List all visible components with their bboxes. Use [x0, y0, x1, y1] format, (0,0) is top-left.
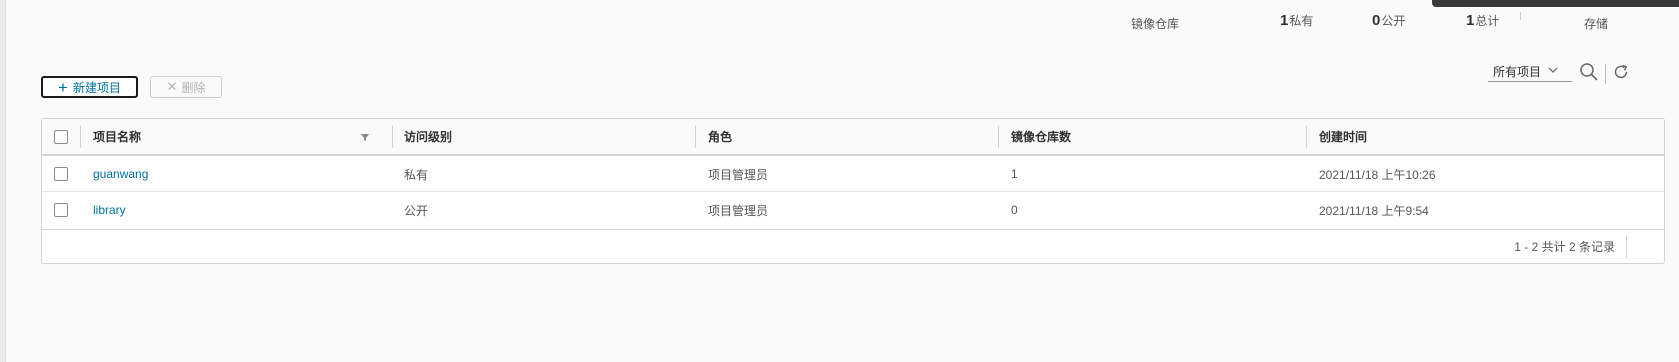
search-icon[interactable] — [1578, 61, 1600, 83]
new-project-button[interactable]: + 新建项目 — [41, 76, 138, 98]
cell-repo-count: 1 — [1011, 167, 1018, 181]
stat-private-count: 1 — [1280, 12, 1289, 29]
stat-public-label: 公开 — [1381, 14, 1406, 28]
stat-repo-label: 镜像仓库 — [1131, 17, 1180, 31]
column-divider — [998, 126, 999, 148]
toolbar-divider — [1605, 64, 1606, 84]
cell-access-level: 私有 — [404, 167, 429, 182]
row-checkbox[interactable] — [54, 167, 68, 181]
stat-storage-label: 存储 — [1584, 17, 1609, 31]
stat-total-label: 总计 — [1475, 14, 1500, 28]
footer-divider — [1626, 236, 1627, 258]
pagination-summary: 1 - 2 共计 2 条记录 — [1514, 240, 1615, 254]
stat-total-count: 1 — [1466, 12, 1475, 29]
stat-total: 1总计 — [1466, 12, 1499, 29]
delete-button[interactable]: ✕ 删除 — [150, 76, 222, 98]
table-row: library 公开 项目管理员 0 2021/11/18 上午9:54 — [42, 192, 1664, 228]
chevron-down-icon — [1548, 66, 1558, 77]
projects-table: 项目名称 访问级别 角色 镜像仓库数 创建时间 guanwang 私有 项目管理… — [41, 118, 1665, 264]
stats-bar: 镜像仓库 1私有 0公开 1总计 存储 — [0, 12, 1679, 36]
table-row: guanwang 私有 项目管理员 1 2021/11/18 上午10:26 — [42, 156, 1664, 192]
delete-label: 删除 — [181, 80, 206, 95]
plus-icon: + — [58, 77, 68, 97]
header-repo-count[interactable]: 镜像仓库数 — [1011, 119, 1071, 154]
stat-public-count: 0 — [1372, 12, 1381, 29]
stat-public: 0公开 — [1372, 12, 1405, 29]
project-filter-value: 所有项目 — [1493, 65, 1542, 79]
side-strip — [0, 0, 6, 362]
stat-private-label: 私有 — [1289, 14, 1314, 28]
column-divider — [695, 126, 696, 148]
refresh-icon[interactable] — [1610, 61, 1632, 83]
cell-created-time: 2021/11/18 上午9:54 — [1319, 203, 1429, 218]
table-footer: 1 - 2 共计 2 条记录 — [42, 229, 1664, 263]
select-all-checkbox[interactable] — [54, 130, 68, 144]
stat-private: 1私有 — [1280, 12, 1313, 29]
header-created-time[interactable]: 创建时间 — [1319, 119, 1367, 154]
project-name-link[interactable]: guanwang — [93, 167, 148, 181]
cell-repo-count: 0 — [1011, 203, 1018, 217]
cell-role: 项目管理员 — [708, 203, 769, 218]
column-divider — [392, 126, 393, 148]
filter-icon[interactable] — [360, 119, 370, 154]
column-divider — [1306, 126, 1307, 148]
close-icon: ✕ — [166, 79, 178, 94]
new-project-label: 新建项目 — [72, 80, 121, 95]
header-project-name[interactable]: 项目名称 — [93, 119, 141, 154]
row-checkbox[interactable] — [54, 203, 68, 217]
project-name-link[interactable]: library — [93, 203, 126, 217]
cell-role: 项目管理员 — [708, 167, 769, 182]
header-access-level[interactable]: 访问级别 — [404, 119, 452, 154]
column-divider — [80, 126, 81, 148]
tooltip-overlay — [1432, 0, 1679, 7]
project-filter-select[interactable]: 所有项目 — [1488, 62, 1572, 82]
cell-created-time: 2021/11/18 上午10:26 — [1319, 167, 1436, 182]
stats-divider — [1520, 12, 1521, 20]
table-header: 项目名称 访问级别 角色 镜像仓库数 创建时间 — [42, 119, 1664, 156]
cell-access-level: 公开 — [404, 203, 429, 218]
header-role[interactable]: 角色 — [708, 119, 732, 154]
